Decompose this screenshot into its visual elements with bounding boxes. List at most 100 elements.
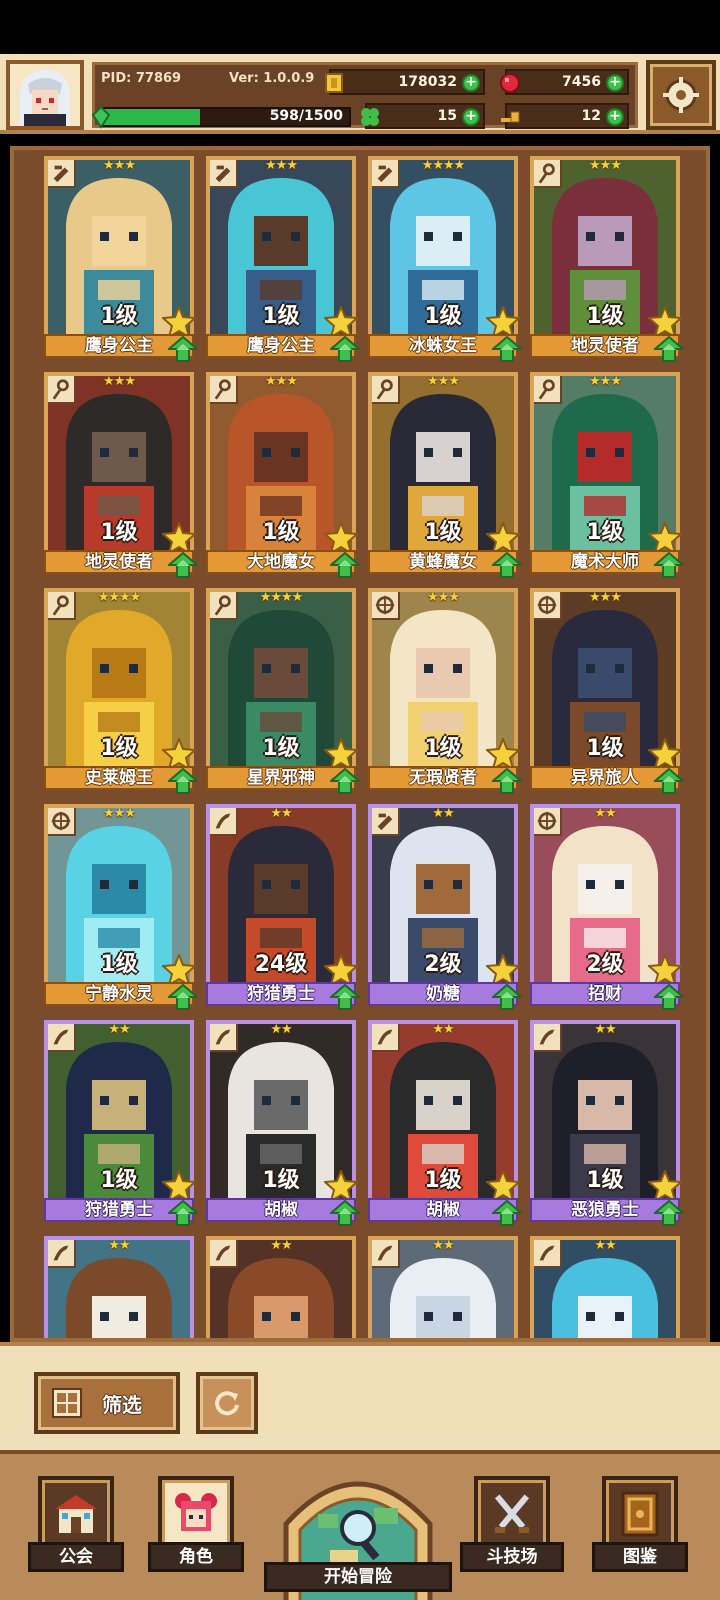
refresh-button[interactable] — [196, 1372, 258, 1434]
hero-card[interactable]: ★★ — [530, 1236, 680, 1338]
upgrade-arrow-icon[interactable] — [168, 552, 198, 578]
nav-codex-label: 图鉴 — [592, 1542, 688, 1572]
experience-fill — [101, 109, 200, 125]
upgrade-arrow-icon[interactable] — [492, 768, 522, 794]
hero-card[interactable]: ★★★ 1级 鹰身公主 — [206, 156, 360, 362]
hero-stars: ★★★ — [103, 158, 136, 173]
gem-counter: 7456 + — [500, 69, 629, 95]
clover-counter: 15 + — [361, 103, 485, 129]
hero-stars: ★★ — [108, 1238, 130, 1253]
hero-card-frame: ★★ — [44, 1236, 194, 1338]
upgrade-arrow-icon[interactable] — [492, 1200, 522, 1226]
upgrade-arrow-icon[interactable] — [168, 984, 198, 1010]
ruby-gem-icon — [500, 73, 520, 93]
upgrade-arrow-icon[interactable] — [330, 984, 360, 1010]
upgrade-arrow-icon[interactable] — [330, 552, 360, 578]
hero-card[interactable]: ★★★ 1级 异界旅人 — [530, 588, 684, 794]
player-id: PID: 77869 — [101, 71, 182, 86]
hero-card[interactable]: ★★★ 1级 大地魔女 — [206, 372, 360, 578]
hero-card[interactable]: ★★★★ 1级 史莱姆王 — [44, 588, 198, 794]
hero-card[interactable]: ★★★ 1级 鹰身公主 — [44, 156, 198, 362]
upgrade-arrow-icon[interactable] — [492, 984, 522, 1010]
grid-icon — [52, 1388, 82, 1418]
hero-card[interactable]: ★★★ 1级 黄蜂魔女 — [368, 372, 522, 578]
add-gold-button[interactable]: + — [462, 74, 480, 92]
top-header: PID: 77869 Ver: 1.0.0.9 178032 + 7456 + … — [0, 54, 720, 134]
hero-card[interactable]: ★★ — [206, 1236, 356, 1338]
hero-stars: ★★ — [594, 806, 616, 821]
key-amount: 12 — [581, 108, 601, 124]
hero-stars: ★★★★ — [259, 590, 304, 605]
characters-tile — [158, 1476, 234, 1552]
nav-characters-label: 角色 — [148, 1542, 244, 1572]
upgrade-arrow-icon[interactable] — [654, 552, 684, 578]
hero-card[interactable]: ★★ 1级 恶狼勇士 — [530, 1020, 684, 1226]
hero-roster[interactable]: ★★★ 1级 鹰身公主 ★★★ 1级 鹰身公主 ★★★★ 1级 冰蛛女王 ★★★… — [10, 146, 710, 1342]
hero-card[interactable]: ★★★ 1级 魔术大师 — [530, 372, 684, 578]
upgrade-arrow-icon[interactable] — [492, 336, 522, 362]
hero-card[interactable]: ★★★★ 1级 星界邪神 — [206, 588, 360, 794]
hero-stars: ★★★ — [589, 590, 622, 605]
hero-card[interactable]: ★★★ 1级 无瑕贤者 — [368, 588, 522, 794]
hero-stars: ★★★★ — [97, 590, 142, 605]
experience-bar: 598/1500 — [99, 107, 351, 127]
hero-stars: ★★ — [594, 1022, 616, 1037]
hero-card[interactable]: ★★★ 1级 宁静水灵 — [44, 804, 198, 1010]
hero-stars: ★★★ — [265, 374, 298, 389]
nav-arena-label: 斗技场 — [460, 1542, 564, 1572]
upgrade-arrow-icon[interactable] — [654, 336, 684, 362]
hero-card-frame: ★★ — [368, 1236, 518, 1338]
upgrade-arrow-icon[interactable] — [168, 336, 198, 362]
hero-card[interactable]: ★★★★ 1级 冰蛛女王 — [368, 156, 522, 362]
clover-icon — [361, 108, 379, 126]
upgrade-arrow-icon[interactable] — [168, 1200, 198, 1226]
upgrade-arrow-icon[interactable] — [654, 1200, 684, 1226]
hero-card[interactable]: ★★ 24级 狩猎勇士 — [206, 804, 360, 1010]
upgrade-arrow-icon[interactable] — [654, 984, 684, 1010]
guild-tile — [38, 1476, 114, 1552]
hero-card[interactable]: ★★ — [368, 1236, 518, 1338]
nav-start-adventure[interactable]: 开始冒险 — [264, 1454, 452, 1600]
upgrade-arrow-icon[interactable] — [654, 768, 684, 794]
guild-hall-icon — [55, 1495, 97, 1533]
add-clover-button[interactable]: + — [462, 108, 480, 126]
filter-button[interactable]: 筛选 — [34, 1372, 180, 1434]
upgrade-arrow-icon[interactable] — [168, 768, 198, 794]
hero-card[interactable]: ★★ 2级 奶糖 — [368, 804, 522, 1010]
hero-stars: ★★ — [270, 1022, 292, 1037]
version-label: Ver: 1.0.0.9 — [229, 71, 315, 86]
hero-card[interactable]: ★★★ 1级 地灵使者 — [530, 156, 684, 362]
filter-label: 筛选 — [102, 1392, 142, 1417]
book-icon — [621, 1491, 659, 1537]
roster-controls: 筛选 — [0, 1342, 720, 1450]
hero-card[interactable]: ★★ 1级 胡椒 — [368, 1020, 522, 1226]
hero-card[interactable]: ★★ — [44, 1236, 194, 1338]
upgrade-arrow-icon[interactable] — [330, 768, 360, 794]
hero-stars: ★★★ — [589, 374, 622, 389]
hero-card[interactable]: ★★ 1级 狩猎勇士 — [44, 1020, 198, 1226]
hero-card-frame: ★★ — [206, 1236, 356, 1338]
add-keys-button[interactable]: + — [606, 108, 624, 126]
crossed-swords-icon — [494, 1494, 530, 1533]
upgrade-arrow-icon[interactable] — [492, 552, 522, 578]
settings-button[interactable] — [646, 60, 716, 130]
experience-text: 598/1500 — [269, 108, 343, 124]
gem-amount: 7456 — [562, 74, 601, 90]
nav-adventure-label: 开始冒险 — [264, 1562, 452, 1592]
player-avatar[interactable] — [6, 60, 84, 130]
upgrade-arrow-icon[interactable] — [330, 336, 360, 362]
experience-icon — [91, 105, 111, 129]
hero-stars: ★★★ — [103, 374, 136, 389]
hero-stars: ★★ — [432, 806, 454, 821]
gear-icon — [663, 77, 699, 113]
hero-card[interactable]: ★★★ 1级 地灵使者 — [44, 372, 198, 578]
hero-card[interactable]: ★★ 1级 胡椒 — [206, 1020, 360, 1226]
gold-amount: 178032 — [398, 74, 457, 90]
hero-card[interactable]: ★★ 2级 招财 — [530, 804, 684, 1010]
bottom-nav: 公会 角色 开始冒险 斗技场 图鉴 — [0, 1450, 720, 1600]
hero-stars: ★★★★ — [421, 158, 466, 173]
hero-stars: ★★★ — [103, 806, 136, 821]
upgrade-arrow-icon[interactable] — [330, 1200, 360, 1226]
hero-stars: ★★ — [432, 1022, 454, 1037]
add-gems-button[interactable]: + — [606, 74, 624, 92]
